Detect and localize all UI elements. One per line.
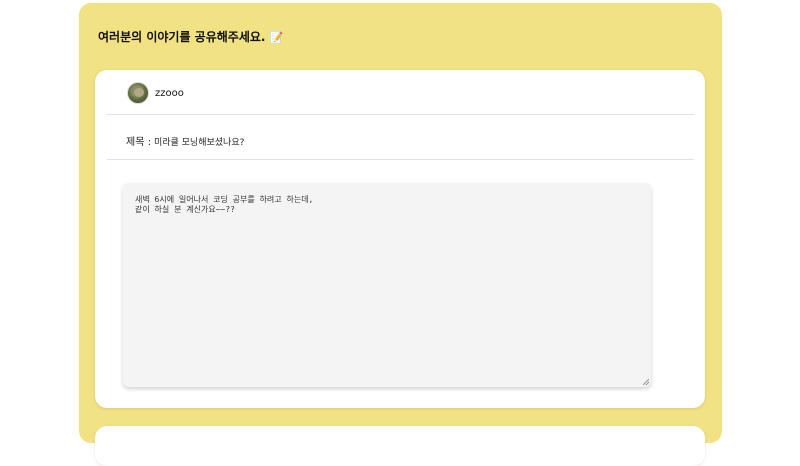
story-board-panel: 여러분의 이야기를 공유해주세요. 📝 zzooo 제목 : 미라클 모닝해보셨나…: [79, 3, 722, 466]
post-title: 미라클 모닝해보셨나요?: [153, 138, 245, 148]
body-line: 같이 하실 분 계신가요~~??: [135, 205, 235, 214]
title-label: 제목 :: [126, 137, 151, 148]
memo-icon: 📝: [269, 31, 284, 44]
author-name[interactable]: zzooo: [155, 88, 184, 99]
board-heading: 여러분의 이야기를 공유해주세요. 📝: [98, 28, 283, 45]
post-author[interactable]: zzooo: [127, 81, 184, 105]
next-post-card: [95, 426, 705, 466]
textarea-resize-handle[interactable]: [643, 379, 649, 385]
board-heading-text: 여러분의 이야기를 공유해주세요.: [98, 30, 266, 44]
post-title-row: 제목 : 미라클 모닝해보셨나요?: [126, 133, 244, 148]
author-divider: [107, 114, 694, 115]
post-body-textarea[interactable]: 새벽 6시에 일어나서 코딩 공부를 하려고 하는데, 같이 하실 분 계신가요…: [123, 183, 651, 387]
title-divider: [107, 159, 694, 160]
body-line: 새벽 6시에 일어나서 코딩 공부를 하려고 하는데,: [135, 195, 314, 204]
avatar[interactable]: [127, 82, 149, 104]
post-card: zzooo 제목 : 미라클 모닝해보셨나요? 새벽 6시에 일어나서 코딩 공…: [95, 70, 705, 408]
